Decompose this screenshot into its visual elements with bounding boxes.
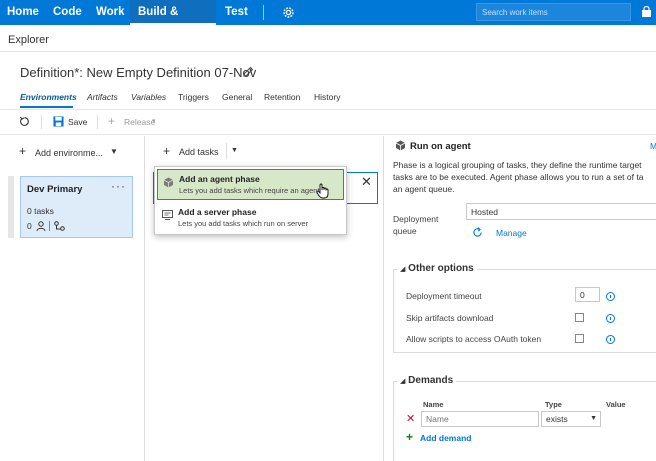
deployment-queue-field[interactable] [466, 203, 656, 220]
toolbar-separator [41, 115, 42, 129]
add-demand-button[interactable]: Add demand [420, 433, 471, 443]
skip-artifacts-checkbox[interactable] [575, 313, 584, 322]
plus-icon: + [163, 144, 171, 158]
release-button[interactable]: Release [124, 117, 155, 127]
explorer-breadcrumb[interactable]: Explorer [8, 34, 49, 46]
info-icon[interactable] [606, 314, 615, 323]
agent-icon [395, 140, 406, 151]
tab-variables[interactable]: Variables [131, 92, 166, 102]
nav-separator [263, 5, 264, 20]
deployment-conditions-icon[interactable] [54, 221, 65, 231]
environment-card-strip [8, 176, 14, 238]
nav-active-indicator [130, 23, 216, 25]
tab-history[interactable]: History [314, 92, 340, 102]
timeout-label: Deployment timeout [406, 291, 482, 301]
deployment-queue-label: Deployment queue [393, 214, 439, 236]
gear-icon[interactable] [282, 6, 295, 19]
shopping-bag-icon[interactable] [641, 6, 652, 18]
demand-type-select[interactable]: exists ▼ [541, 411, 601, 427]
add-environment-button[interactable]: Add environme... [35, 148, 103, 158]
divider [0, 51, 656, 52]
tab-environments[interactable]: Environments [20, 92, 77, 102]
demands-col-value: Value [606, 400, 626, 409]
collapse-icon: ◢ [400, 266, 406, 273]
release-dropdown-icon: ▾ [152, 118, 156, 125]
person-icon[interactable] [36, 221, 46, 231]
demands-col-type: Type [545, 400, 562, 409]
demands-title: Demands [408, 375, 454, 386]
menu-item-subtitle: Lets you add tasks which require an agen… [179, 186, 320, 195]
menu-item-add-agent-phase[interactable]: Add an agent phase Lets you add tasks wh… [157, 169, 344, 200]
other-options-title: Other options [408, 263, 474, 274]
menu-item-title: Add a server phase [178, 207, 257, 217]
pencil-icon[interactable] [242, 66, 254, 78]
add-phase-menu: Add an agent phase Lets you add tasks wh… [154, 166, 347, 235]
plus-icon: + [19, 144, 27, 158]
nav-test[interactable]: Test [225, 0, 248, 25]
chevron-down-icon[interactable]: ▼ [231, 147, 238, 154]
oauth-checkbox[interactable] [575, 334, 584, 343]
menu-item-add-server-phase[interactable]: Add a server phase Lets you add tasks wh… [157, 203, 344, 234]
environment-menu-icon[interactable]: ··· [111, 179, 126, 193]
refresh-icon[interactable] [472, 227, 483, 238]
other-options-header[interactable]: ◢ Other options [397, 263, 477, 274]
tab-triggers[interactable]: Triggers [178, 92, 209, 102]
divider [0, 134, 656, 135]
chevron-down-icon: ▼ [590, 415, 597, 422]
oauth-label: Allow scripts to access OAuth token [406, 334, 542, 344]
timeout-input[interactable] [575, 287, 600, 302]
environment-task-count: 0 tasks [27, 206, 54, 216]
demands-col-name: Name [423, 400, 444, 409]
collapse-icon: ◢ [400, 378, 406, 385]
plus-icon: + [406, 430, 414, 444]
toolbar-separator [97, 115, 98, 129]
skip-artifacts-label: Skip artifacts download [406, 313, 494, 323]
menu-item-title: Add an agent phase [179, 174, 260, 184]
server-icon [162, 210, 173, 220]
approver-count: 0 [27, 221, 32, 231]
chevron-down-icon[interactable]: ▼ [110, 147, 118, 156]
info-icon[interactable] [606, 335, 615, 344]
search-input[interactable] [476, 3, 631, 21]
close-icon[interactable]: ✕ [361, 174, 372, 190]
nav-home[interactable]: Home [7, 0, 39, 25]
demand-type-value: exists [546, 414, 568, 424]
info-icon[interactable] [606, 292, 615, 301]
nav-code[interactable]: Code [53, 0, 82, 25]
remove-demand-icon[interactable]: ✕ [406, 412, 415, 425]
tab-general[interactable]: General [222, 92, 252, 102]
more-link[interactable]: M [650, 141, 656, 151]
plus-icon: + [108, 114, 116, 128]
tab-artifacts[interactable]: Artifacts [87, 92, 118, 102]
environment-stats: 0 [27, 221, 65, 231]
active-tab-indicator [20, 106, 73, 108]
panel-title: Run on agent [410, 141, 471, 152]
tab-retention[interactable]: Retention [264, 92, 300, 102]
save-icon[interactable] [53, 116, 64, 127]
menu-item-subtitle: Lets you add tasks which run on server [178, 219, 309, 228]
phase-description: Phase is a logical grouping of tasks, th… [393, 160, 644, 194]
environment-name: Dev Primary [27, 184, 83, 195]
manage-link[interactable]: Manage [496, 228, 527, 238]
undo-icon[interactable] [19, 116, 30, 127]
add-tasks-button[interactable]: Add tasks [179, 147, 219, 157]
toolbar-separator [226, 143, 227, 159]
stats-separator [49, 221, 50, 231]
nav-build-release[interactable]: Build & Release [130, 0, 216, 43]
demands-header[interactable]: ◢ Demands [397, 375, 457, 386]
divider [0, 109, 656, 110]
save-button[interactable]: Save [68, 117, 87, 127]
definition-title: Definition*: New Empty Definition 07-Nov [20, 65, 257, 80]
hand-cursor-icon [316, 183, 329, 199]
demand-name-input[interactable] [421, 411, 539, 427]
environment-card-dev-primary[interactable]: Dev Primary ··· 0 tasks 0 [20, 176, 133, 238]
nav-work[interactable]: Work [96, 0, 125, 25]
agent-icon [163, 177, 174, 188]
top-nav-bar: Home Code Work Build & Release Test [0, 0, 656, 43]
